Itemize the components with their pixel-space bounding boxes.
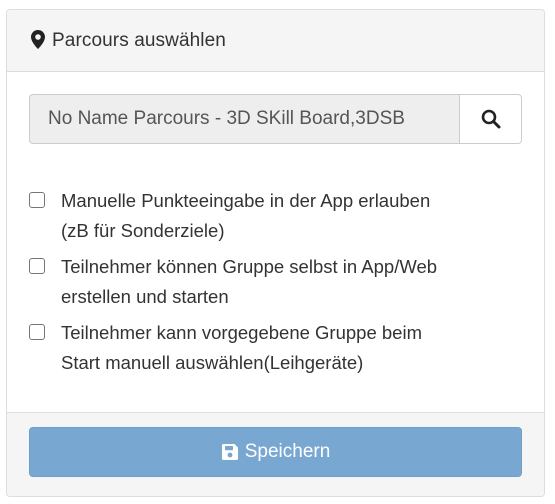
checkbox-participants-create-group[interactable]: [29, 258, 45, 274]
panel-heading: Parcours auswählen: [7, 10, 544, 72]
parcours-panel: Parcours auswählen No Name Parcours - 3D…: [6, 9, 545, 497]
save-button[interactable]: Speichern: [29, 427, 522, 477]
option-label[interactable]: Manuelle Punkteeingabe in der App erlaub…: [61, 186, 430, 246]
map-marker-icon: [30, 30, 46, 50]
search-icon: [481, 109, 501, 129]
parcours-search-input[interactable]: No Name Parcours - 3D SKill Board,3DSB: [29, 94, 459, 144]
option-label[interactable]: Teilnehmer können Gruppe selbst in App/W…: [61, 252, 437, 312]
option-participants-select-group[interactable]: Teilnehmer kann vorgegebene Gruppe beim S…: [29, 318, 509, 378]
option-participants-create-group[interactable]: Teilnehmer können Gruppe selbst in App/W…: [29, 252, 509, 312]
checkbox-manual-score-entry[interactable]: [29, 192, 45, 208]
panel-footer: Speichern: [7, 412, 544, 496]
floppy-disk-icon: [221, 443, 239, 461]
option-label[interactable]: Teilnehmer kann vorgegebene Gruppe beim S…: [61, 318, 422, 378]
parcours-search-group: No Name Parcours - 3D SKill Board,3DSB: [29, 94, 522, 144]
parcours-search-value: No Name Parcours - 3D SKill Board,3DSB: [48, 108, 405, 129]
options-list: Manuelle Punkteeingabe in der App erlaub…: [29, 186, 509, 384]
search-button[interactable]: [459, 94, 522, 144]
checkbox-participants-select-group[interactable]: [29, 324, 45, 340]
save-button-label: Speichern: [244, 441, 331, 462]
option-manual-score-entry[interactable]: Manuelle Punkteeingabe in der App erlaub…: [29, 186, 509, 246]
panel-title: Parcours auswählen: [52, 29, 226, 51]
